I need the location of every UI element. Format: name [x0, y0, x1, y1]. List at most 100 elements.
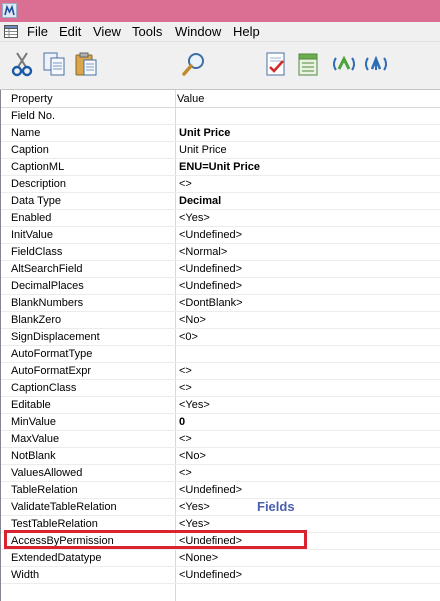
copy-icon[interactable] [40, 50, 68, 78]
menu-bar: File Edit View Tools Window Help [0, 22, 440, 42]
property-name: TableRelation [11, 484, 78, 496]
table-row[interactable]: Editable <Yes> [1, 397, 440, 414]
property-value[interactable]: <> [179, 363, 192, 380]
table-row[interactable]: MaxValue <> [1, 431, 440, 448]
property-name: Enabled [11, 212, 52, 224]
table-row[interactable]: Enabled <Yes> [1, 210, 440, 227]
property-value[interactable]: ENU=Unit Price [179, 159, 260, 176]
table-row[interactable]: ValuesAllowed <> [1, 465, 440, 482]
table-row[interactable]: Data Type Decimal [1, 193, 440, 210]
menu-file[interactable]: File [27, 24, 48, 40]
property-value[interactable]: <> [179, 465, 192, 482]
property-grid: Property Value Field No. Name Unit Price Ca… [0, 90, 440, 601]
menu-window[interactable]: Window [175, 24, 221, 40]
table-row[interactable]: BlankNumbers <DontBlank> [1, 295, 440, 312]
property-name: CaptionML [11, 161, 65, 173]
property-value[interactable]: Decimal [179, 193, 221, 210]
property-value[interactable]: <> [179, 380, 192, 397]
title-bar [0, 0, 440, 22]
highlight-box [4, 530, 307, 549]
property-value[interactable]: <> [179, 431, 192, 448]
table-row[interactable]: Caption Unit Price [1, 142, 440, 159]
property-value[interactable]: <Undefined> [179, 278, 242, 295]
property-name: Name [11, 127, 41, 139]
menu-tools[interactable]: Tools [132, 24, 162, 40]
property-name: AutoFormatType [11, 348, 93, 360]
property-name: BlankZero [11, 314, 62, 326]
property-name: FieldClass [11, 246, 63, 258]
property-name: MaxValue [11, 433, 60, 445]
table-row[interactable]: BlankZero <No> [1, 312, 440, 329]
cut-icon[interactable] [8, 50, 36, 78]
table-row[interactable]: NotBlank <No> [1, 448, 440, 465]
table-row[interactable]: AutoFormatExpr <> [1, 363, 440, 380]
property-value[interactable]: <Yes> [179, 499, 210, 516]
property-name: Field No. [11, 110, 56, 122]
table-row[interactable]: FieldClass <Normal> [1, 244, 440, 261]
menu-view[interactable]: View [93, 24, 121, 40]
property-name: Description [11, 178, 67, 190]
table-row[interactable]: TableRelation <Undefined> [1, 482, 440, 499]
property-name: NotBlank [11, 450, 56, 462]
property-name: BlankNumbers [11, 297, 84, 309]
property-name: Caption [11, 144, 49, 156]
property-name: ValidateTableRelation [11, 501, 117, 513]
fields-annotation: Fields [257, 499, 295, 514]
find-icon[interactable] [180, 50, 208, 78]
refresh-left-icon[interactable] [330, 50, 358, 78]
property-value[interactable]: Unit Price [179, 142, 227, 159]
property-value[interactable]: <Undefined> [179, 567, 242, 584]
property-name: ValuesAllowed [11, 467, 83, 479]
property-value[interactable]: <Normal> [179, 244, 227, 261]
property-name: AltSearchField [11, 263, 83, 275]
table-row[interactable]: CaptionClass <> [1, 380, 440, 397]
menu-help[interactable]: Help [233, 24, 260, 40]
property-name: AutoFormatExpr [11, 365, 92, 377]
property-value[interactable]: <None> [179, 550, 218, 567]
property-value[interactable]: <DontBlank> [179, 295, 243, 312]
property-value[interactable]: <Undefined> [179, 261, 242, 278]
menu-edit[interactable]: Edit [59, 24, 81, 40]
property-value[interactable]: <Yes> [179, 397, 210, 414]
app-logo-icon[interactable] [2, 3, 17, 18]
table-row[interactable]: CaptionML ENU=Unit Price [1, 159, 440, 176]
table-row[interactable]: DecimalPlaces <Undefined> [1, 278, 440, 295]
property-name: MinValue [11, 416, 57, 428]
property-name: ExtendedDatatype [11, 552, 102, 564]
property-value[interactable]: <No> [179, 312, 206, 329]
table-row[interactable]: InitValue <Undefined> [1, 227, 440, 244]
property-name: Editable [11, 399, 51, 411]
table-row[interactable]: ValidateTableRelation <Yes> [1, 499, 440, 516]
properties-icon[interactable] [262, 50, 290, 78]
property-value[interactable]: 0 [179, 414, 185, 431]
toolbar [0, 42, 440, 90]
refresh-right-icon[interactable] [362, 50, 390, 78]
property-value[interactable]: <No> [179, 448, 206, 465]
table-row[interactable]: SignDisplacement <0> [1, 329, 440, 346]
grid-header: Property Value [1, 90, 440, 108]
table-row[interactable]: Name Unit Price [1, 125, 440, 142]
property-value[interactable]: <Undefined> [179, 482, 242, 499]
table-row[interactable]: Description <> [1, 176, 440, 193]
property-name: InitValue [11, 229, 53, 241]
database-icon[interactable] [294, 50, 322, 78]
column-header-value[interactable]: Value [177, 90, 204, 107]
table-row[interactable]: AltSearchField <Undefined> [1, 261, 440, 278]
table-row[interactable]: Width <Undefined> [1, 567, 440, 584]
table-row[interactable]: ExtendedDatatype <None> [1, 550, 440, 567]
property-value[interactable]: <Yes> [179, 210, 210, 227]
property-name: Width [11, 569, 40, 581]
property-value[interactable]: Unit Price [179, 125, 230, 142]
property-name: CaptionClass [11, 382, 77, 394]
property-name: Data Type [11, 195, 61, 207]
paste-icon[interactable] [72, 50, 100, 78]
form-grid-icon[interactable] [4, 25, 18, 38]
table-row[interactable]: AutoFormatType [1, 346, 440, 363]
property-value[interactable]: <0> [179, 329, 198, 346]
property-value[interactable]: <Undefined> [179, 227, 242, 244]
property-value[interactable]: <> [179, 176, 192, 193]
table-row[interactable]: Field No. [1, 108, 440, 125]
table-row[interactable]: MinValue 0 [1, 414, 440, 431]
property-name: DecimalPlaces [11, 280, 84, 292]
column-header-property[interactable]: Property [11, 90, 53, 107]
